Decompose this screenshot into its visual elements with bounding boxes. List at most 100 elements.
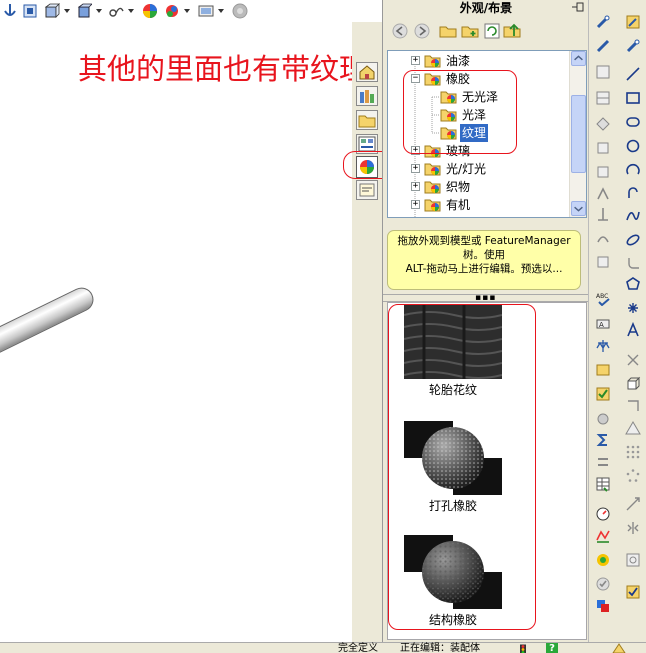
measure-icon[interactable] (595, 38, 611, 54)
file-explorer-icon[interactable] (356, 110, 378, 130)
tangent-arc-icon[interactable] (625, 184, 641, 200)
hide-show-icon[interactable] (108, 3, 124, 19)
sum-icon[interactable] (595, 432, 611, 448)
offset-icon[interactable] (595, 230, 611, 246)
pattern-grid-icon[interactable] (625, 444, 641, 460)
mass-properties-icon[interactable] (595, 410, 611, 426)
annotation-highlight-swatches (388, 304, 536, 630)
trim-icon[interactable] (595, 206, 611, 222)
home-resources-icon[interactable] (356, 62, 378, 82)
view-front-icon[interactable] (595, 140, 611, 156)
pipe-model[interactable] (0, 283, 98, 365)
spell-check-icon[interactable]: ABC (595, 290, 611, 306)
mirror-icon[interactable] (595, 254, 611, 270)
up-folder-icon[interactable] (503, 22, 521, 40)
scroll-up-button[interactable] (571, 51, 586, 66)
edit-appearance-icon[interactable] (142, 3, 158, 19)
insert-icon[interactable] (595, 362, 611, 378)
render-icon[interactable] (595, 552, 611, 568)
tree-item-label: 织物 (446, 180, 471, 194)
text-icon[interactable] (625, 322, 641, 338)
circle-icon[interactable] (625, 138, 641, 154)
note-icon[interactable]: A (595, 314, 611, 330)
folder-icon[interactable] (439, 22, 457, 40)
options-icon[interactable] (612, 643, 626, 653)
color-icon[interactable] (595, 598, 611, 614)
section-view-icon[interactable] (76, 3, 92, 19)
fillet-icon[interactable] (625, 254, 641, 270)
annotation-highlight-rubber (403, 70, 517, 154)
graphics-viewport[interactable]: 其他的里面也有带纹理的 (0, 22, 397, 642)
expand-icon[interactable]: + (411, 56, 420, 65)
task-pane-title-text: 外观/布景 (459, 1, 513, 15)
design-library-icon[interactable] (356, 86, 378, 106)
tree-item-label: 有机 (446, 198, 471, 212)
tree-item[interactable]: + 油漆 (388, 52, 571, 70)
tree-item[interactable]: + 织物 (388, 178, 571, 196)
add-folder-icon[interactable] (461, 22, 479, 40)
equation-icon[interactable] (595, 454, 611, 470)
balance-icon[interactable] (595, 338, 611, 354)
display-grid-icon[interactable] (595, 64, 611, 80)
warning-icon[interactable] (625, 420, 641, 436)
polygon-icon[interactable] (625, 276, 641, 292)
view-top-icon[interactable] (595, 164, 611, 180)
status-definition: 完全定义 (338, 643, 378, 653)
refresh-icon[interactable] (483, 22, 501, 40)
view-settings-icon[interactable] (198, 3, 214, 19)
convert-entities-icon[interactable] (625, 352, 641, 368)
arc-icon[interactable] (625, 162, 641, 178)
construction-icon[interactable] (625, 552, 641, 568)
simulation-icon[interactable] (595, 528, 611, 544)
task-pane-title: 外观/布景 (383, 0, 589, 16)
point-icon[interactable] (625, 300, 641, 316)
traffic-light-icon[interactable] (518, 644, 528, 653)
apply-scene-icon[interactable] (164, 3, 180, 19)
expand-icon[interactable]: + (411, 164, 420, 173)
expand-icon[interactable]: + (411, 200, 420, 209)
offset-entities-icon[interactable] (625, 398, 641, 414)
sketch-mirror-icon[interactable] (625, 520, 641, 536)
check-icon[interactable] (595, 576, 611, 592)
relation-icon[interactable] (595, 186, 611, 202)
ellipse-icon[interactable] (625, 232, 641, 248)
performance-icon[interactable] (595, 506, 611, 522)
move-entities-icon[interactable] (625, 496, 641, 512)
appearance-folder-icon (424, 163, 441, 176)
tree-item[interactable]: + 光/灯光 (388, 160, 571, 178)
table-icon[interactable] (595, 476, 611, 492)
standard-views-icon[interactable] (22, 3, 38, 19)
tree-item-label: 油漆 (446, 54, 471, 68)
smart-dimension-icon[interactable] (595, 14, 611, 30)
cube-icon[interactable] (625, 376, 641, 392)
appearance-folder-icon (424, 55, 441, 68)
scroll-down-button[interactable] (571, 201, 586, 216)
forward-icon[interactable] (413, 22, 431, 40)
appearance-folder-icon (424, 199, 441, 212)
custom-properties-icon[interactable] (356, 180, 378, 200)
spline-icon[interactable] (625, 208, 641, 224)
help-button[interactable]: ? (546, 643, 558, 653)
back-icon[interactable] (391, 22, 409, 40)
pin-icon[interactable] (571, 1, 585, 13)
shade-icon[interactable] (595, 116, 611, 132)
rectangle-icon[interactable] (625, 90, 641, 106)
circular-pattern-icon[interactable] (625, 468, 641, 484)
checkbox-icon[interactable] (595, 386, 611, 402)
line-icon[interactable] (625, 66, 641, 82)
sketch-icon[interactable] (625, 14, 641, 30)
dimension-icon[interactable] (625, 38, 641, 54)
display-style-icon[interactable] (44, 3, 60, 19)
pane-splitter[interactable]: ▪▪▪ (383, 293, 589, 303)
appearance-folder-icon (424, 181, 441, 194)
slot-icon[interactable] (625, 114, 641, 130)
tip-message: 拖放外观到模型或 FeatureManager 树。使用 ALT-拖动马上进行编… (387, 230, 581, 290)
rebuild-icon[interactable] (625, 584, 641, 600)
expand-icon[interactable]: + (411, 182, 420, 191)
realview-icon[interactable] (232, 3, 248, 19)
tree-item[interactable]: + 有机 (388, 196, 571, 214)
tree-scrollbar[interactable] (569, 51, 586, 217)
view-orientation-icon[interactable] (2, 3, 18, 19)
section-icon[interactable] (595, 90, 611, 106)
scroll-thumb[interactable] (571, 95, 586, 173)
